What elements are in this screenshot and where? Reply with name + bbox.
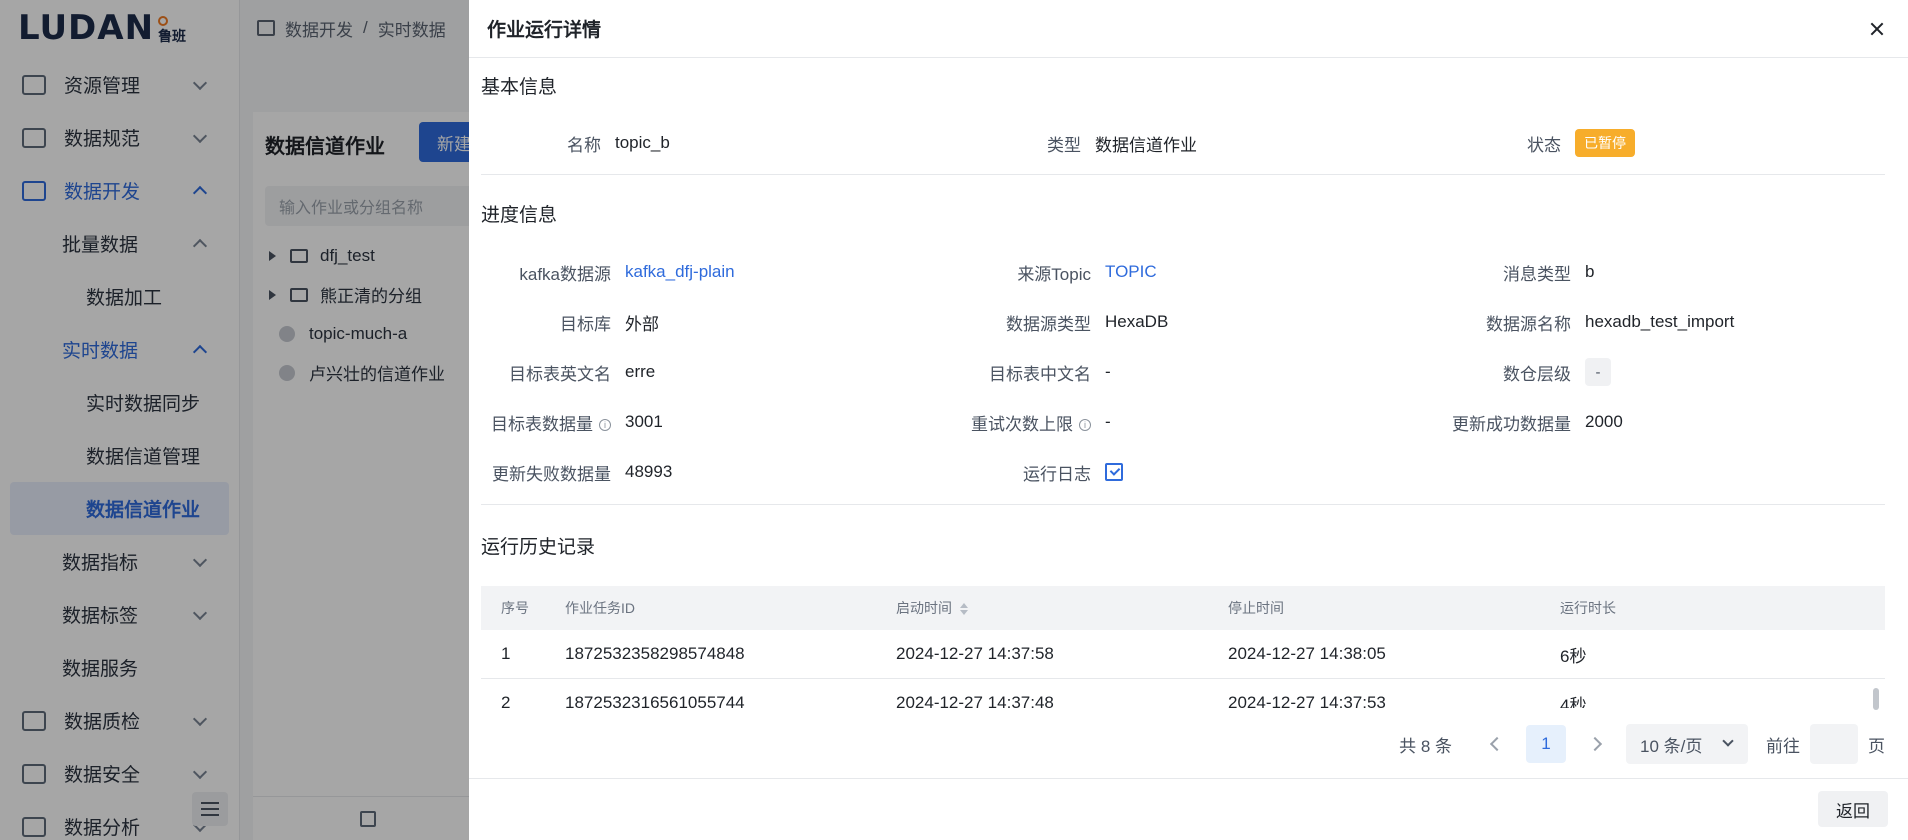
sort-icon[interactable] bbox=[960, 603, 968, 616]
divider bbox=[481, 174, 1885, 175]
basic-info-title: 基本信息 bbox=[481, 77, 558, 98]
table-row[interactable]: 1 1872532358298574848 2024-12-27 14:37:5… bbox=[481, 630, 1885, 679]
page-size-select[interactable]: 10 条/页 bbox=[1626, 724, 1748, 764]
column-header-sortable[interactable]: 启动时间 bbox=[896, 598, 1228, 618]
info-icon[interactable]: i bbox=[1079, 419, 1091, 432]
field-type: 类型 数据信道作业 bbox=[1047, 135, 1197, 155]
field-datasource-type: 数据源类型 HexaDB bbox=[1006, 312, 1169, 334]
source-topic-link[interactable]: TOPIC bbox=[1105, 262, 1157, 282]
field-target-table-en: 目标表英文名 erre bbox=[509, 362, 656, 384]
job-run-detail-drawer: 作业运行详情 基本信息 名称 topic_b 类型 数据信道作业 状态 已暂停 … bbox=[469, 0, 1908, 840]
field-update-fail: 更新失败数据量 48993 bbox=[492, 462, 673, 484]
field-retry-limit: 重试次数上限 i - bbox=[971, 412, 1111, 434]
field-target-table-count: 目标表数据量 i 3001 bbox=[491, 412, 663, 434]
column-header: 序号 bbox=[501, 600, 529, 616]
pagination: 共 8 条 1 10 条/页 前往 页 bbox=[1399, 724, 1885, 764]
chevron-down-icon bbox=[1722, 735, 1734, 747]
run-history-title: 运行历史记录 bbox=[481, 537, 596, 558]
chevron-left-icon[interactable] bbox=[1489, 736, 1505, 752]
table-header: 序号 作业任务ID 启动时间 停止时间 运行时长 bbox=[481, 586, 1885, 630]
column-header: 作业任务ID bbox=[565, 600, 635, 616]
divider bbox=[481, 504, 1885, 505]
drawer-body: 基本信息 名称 topic_b 类型 数据信道作业 状态 已暂停 进度信息 ka… bbox=[481, 58, 1885, 778]
field-update-success: 更新成功数据量 2000 bbox=[1452, 412, 1623, 434]
drawer-header: 作业运行详情 bbox=[469, 0, 1908, 58]
field-run-log: 运行日志 bbox=[961, 457, 1123, 487]
goto-label: 前往 bbox=[1766, 736, 1800, 756]
drawer-title: 作业运行详情 bbox=[487, 20, 602, 41]
page-suffix: 页 bbox=[1868, 736, 1885, 756]
close-icon[interactable] bbox=[1866, 18, 1888, 40]
table-scrollbar[interactable] bbox=[1873, 688, 1879, 710]
drawer-footer: 返回 bbox=[469, 778, 1908, 840]
table-row[interactable]: 2 1872532316561055744 2024-12-27 14:37:4… bbox=[481, 679, 1885, 708]
field-status: 状态 已暂停 bbox=[1441, 128, 1635, 158]
field-target-table-cn: 目标表中文名 - bbox=[989, 362, 1111, 384]
field-warehouse-layer: 数仓层级 - bbox=[1441, 357, 1611, 387]
field-source-topic: 来源Topic TOPIC bbox=[1017, 262, 1157, 284]
field-kafka-source: kafka数据源 kafka_dfj-plain bbox=[519, 262, 735, 284]
chevron-right-icon[interactable] bbox=[1587, 736, 1603, 752]
status-badge: 已暂停 bbox=[1575, 129, 1635, 157]
back-button[interactable]: 返回 bbox=[1818, 791, 1888, 827]
info-icon[interactable]: i bbox=[599, 419, 611, 432]
goto-page-input[interactable] bbox=[1810, 724, 1858, 764]
pagination-total: 共 8 条 bbox=[1399, 736, 1452, 756]
field-message-type: 消息类型 b bbox=[1503, 262, 1595, 284]
field-name: 名称 topic_b bbox=[567, 133, 670, 155]
page-number-current[interactable]: 1 bbox=[1526, 725, 1566, 763]
download-icon[interactable] bbox=[1105, 463, 1123, 481]
field-target-db: 目标库 外部 bbox=[560, 314, 659, 334]
column-header: 停止时间 bbox=[1228, 600, 1284, 616]
column-header: 运行时长 bbox=[1560, 600, 1616, 616]
field-datasource-name: 数据源名称 hexadb_test_import bbox=[1486, 312, 1735, 334]
progress-info-title: 进度信息 bbox=[481, 205, 558, 226]
layer-badge: - bbox=[1585, 358, 1611, 386]
kafka-source-link[interactable]: kafka_dfj-plain bbox=[625, 262, 735, 282]
run-history-table: 序号 作业任务ID 启动时间 停止时间 运行时长 1 1872532358298… bbox=[481, 586, 1885, 708]
